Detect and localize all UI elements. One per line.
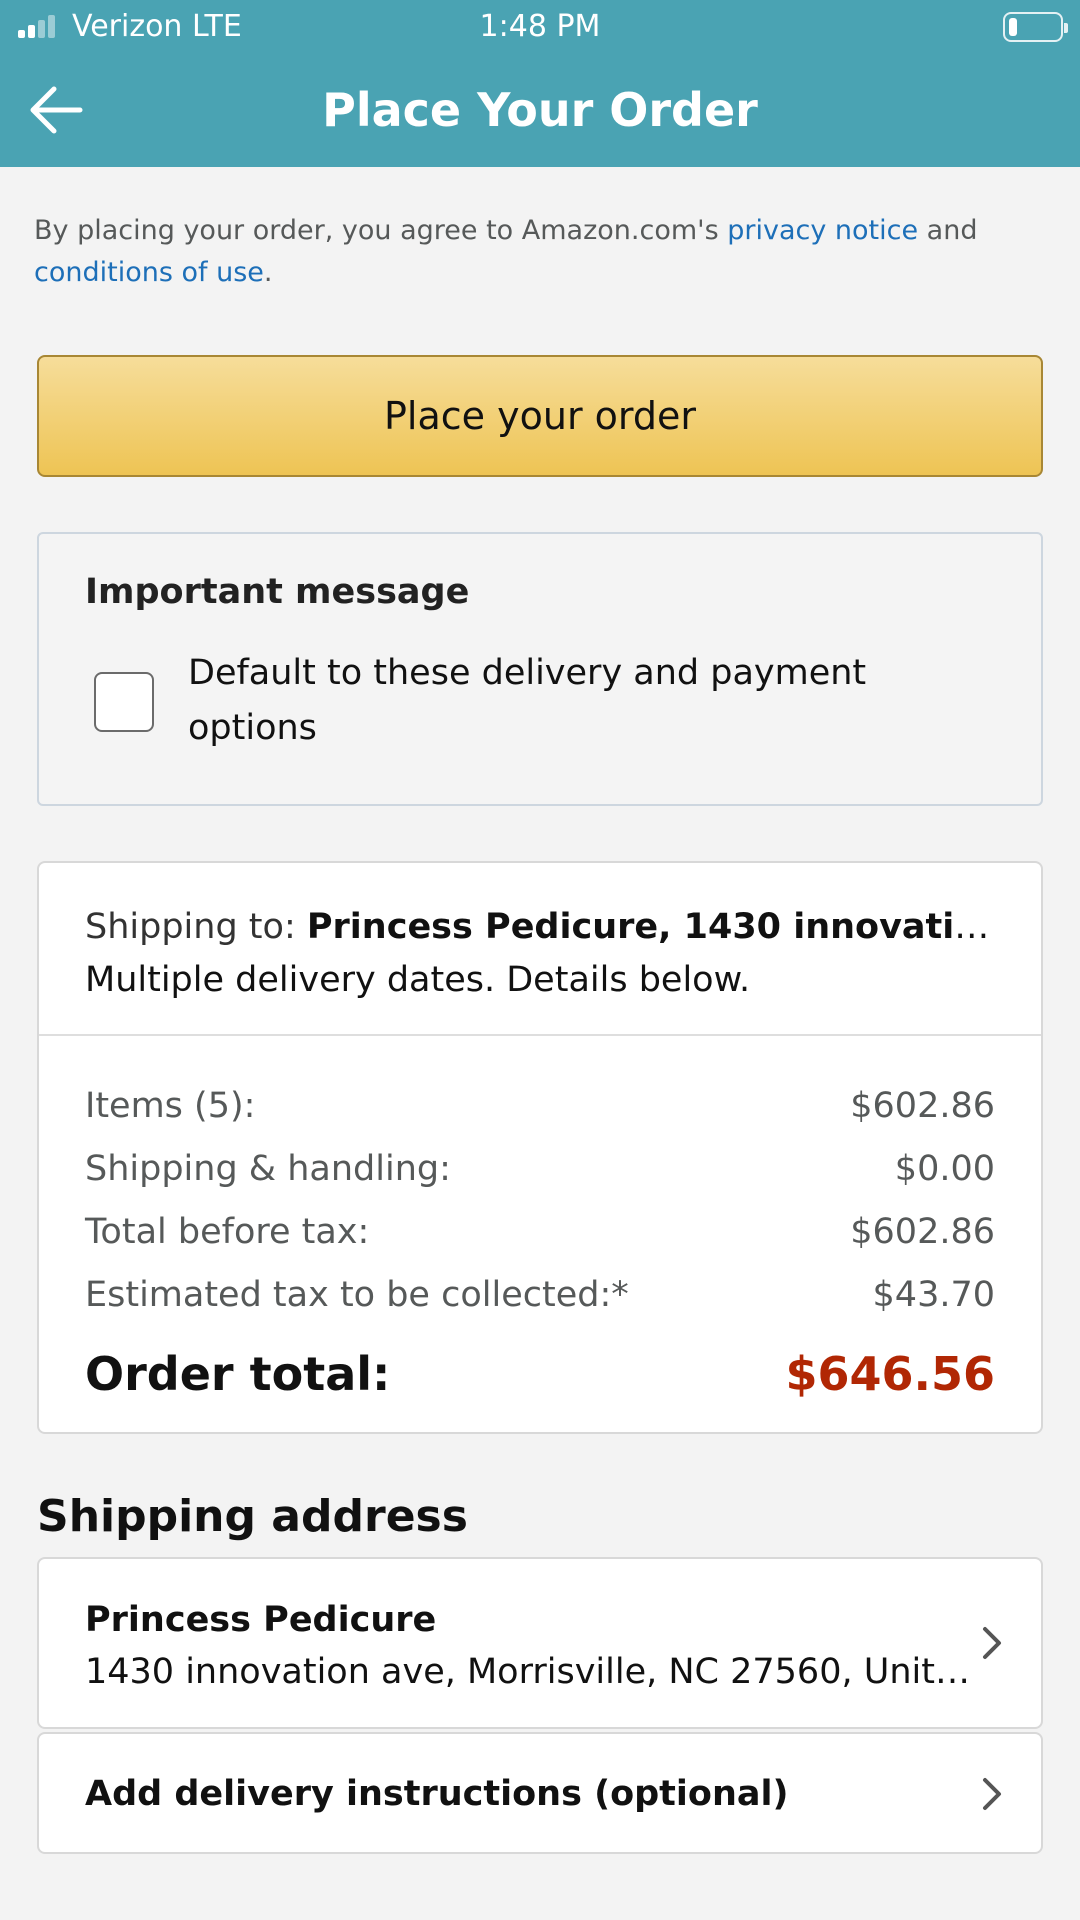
shipping-to-name: Princess Pedicure, 1430 innovation ave, … [306,907,995,947]
shipping-address-title: Shipping address [37,1491,468,1542]
shipping-to-info: Shipping to: Princess Pedicure, 1430 inn… [85,901,995,1007]
summary-row-shipping: Shipping & handling: $0.00 [85,1144,995,1194]
row-value: $0.00 [894,1149,995,1189]
chevron-right-icon [983,1778,1001,1810]
order-summary-card: Shipping to: Princess Pedicure, 1430 inn… [37,861,1043,1434]
divider [39,1034,1041,1036]
delivery-note: Multiple delivery dates. Details below. [85,960,751,1000]
default-options-checkbox[interactable] [94,672,154,732]
battery-icon [1003,12,1068,42]
shipping-address-card[interactable]: Princess Pedicure 1430 innovation ave, M… [37,1557,1043,1729]
order-total-row: Order total: $646.56 [85,1343,995,1405]
conditions-of-use-link[interactable]: conditions of use [34,257,264,288]
row-label: Shipping & handling: [85,1149,451,1189]
legal-text-before: By placing your order, you agree to Amaz… [34,215,728,246]
address-line: 1430 innovation ave, Morrisville, NC 275… [85,1652,980,1692]
summary-row-items: Items (5): $602.86 [85,1081,995,1131]
default-options-label[interactable]: Default to these delivery and payment op… [188,646,948,756]
page-title: Place Your Order [322,83,758,137]
summary-row-total-before-tax: Total before tax: $602.86 [85,1207,995,1257]
order-total-label: Order total: [85,1347,391,1401]
nav-header: Place Your Order [0,54,1080,167]
row-label: Estimated tax to be collected:* [85,1275,629,1315]
status-time: 1:48 PM [479,9,601,44]
delivery-instructions-label: Add delivery instructions (optional) [85,1774,789,1814]
row-value: $602.86 [850,1212,995,1252]
delivery-instructions-card[interactable]: Add delivery instructions (optional) [37,1732,1043,1854]
next-section-peek [37,1896,437,1920]
summary-row-tax: Estimated tax to be collected:* $43.70 [85,1270,995,1320]
row-value: $43.70 [872,1275,995,1315]
important-message-title: Important message [85,572,470,612]
row-label: Total before tax: [85,1212,370,1252]
place-order-button[interactable]: Place your order [37,355,1043,477]
address-name: Princess Pedicure [85,1600,437,1640]
legal-notice: By placing your order, you agree to Amaz… [34,210,1044,294]
legal-text-after: . [263,257,273,288]
row-label: Items (5): [85,1086,256,1126]
chevron-right-icon [983,1627,1001,1659]
legal-text-middle: and [918,215,978,246]
order-total-value: $646.56 [785,1347,995,1401]
row-value: $602.86 [850,1086,995,1126]
privacy-notice-link[interactable]: privacy notice [727,215,918,246]
important-message-box: Important message Default to these deliv… [37,532,1043,806]
status-bar: Verizon LTE 1:48 PM [0,0,1080,54]
shipping-to-prefix: Shipping to: [85,907,307,947]
